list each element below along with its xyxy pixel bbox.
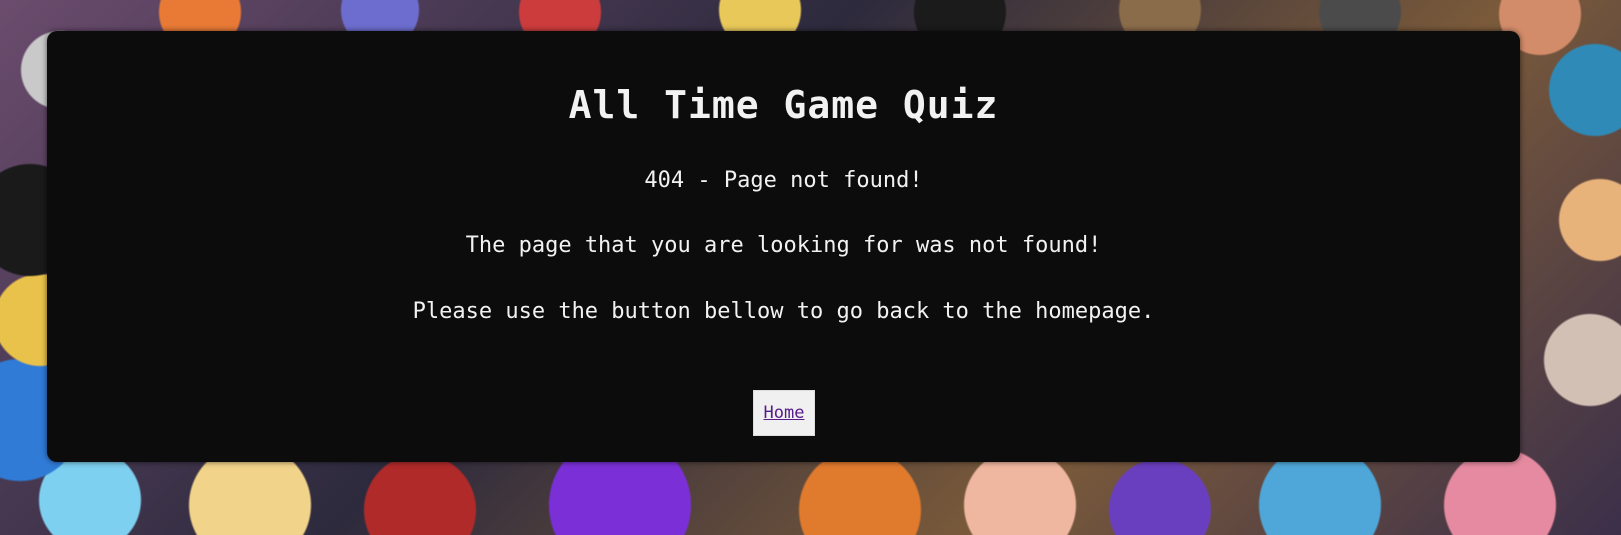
page: All Time Game Quiz 404 - Page not found!… — [0, 0, 1621, 535]
error-description: The page that you are looking for was no… — [465, 233, 1102, 258]
error-code-message: 404 - Page not found! — [644, 168, 923, 193]
page-title: All Time Game Quiz — [568, 83, 999, 127]
content-panel: All Time Game Quiz 404 - Page not found!… — [47, 31, 1520, 462]
home-button[interactable]: Home — [753, 390, 815, 436]
error-instruction: Please use the button bellow to go back … — [412, 299, 1155, 324]
